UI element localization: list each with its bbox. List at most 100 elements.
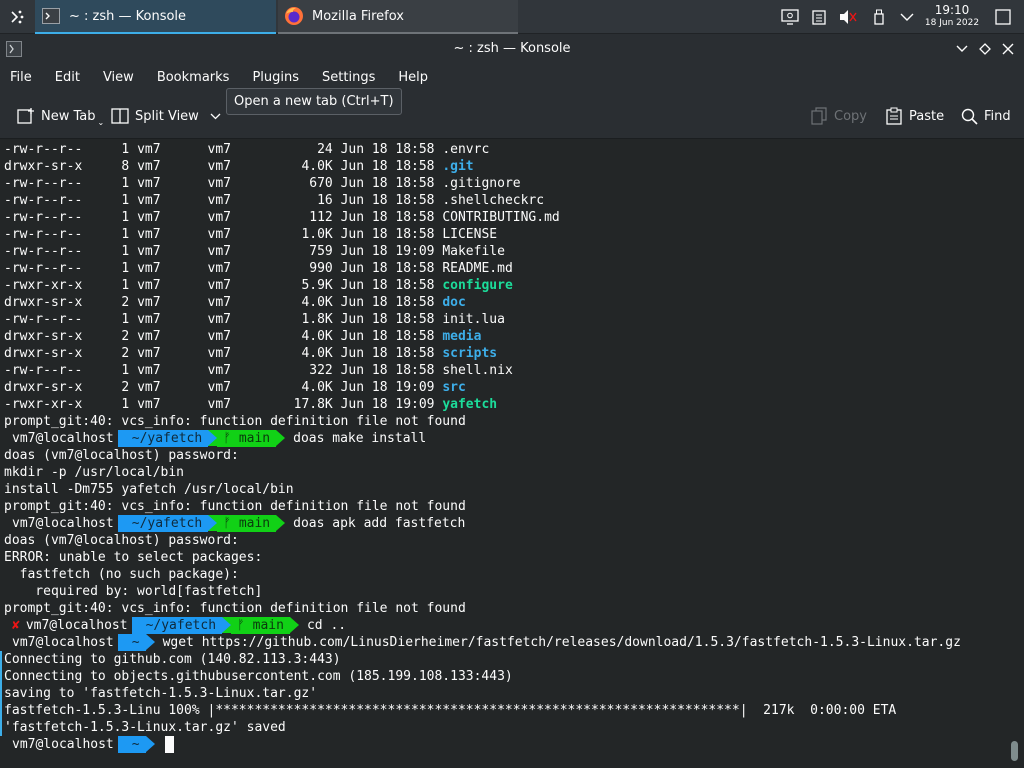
ls-user: vm7	[137, 363, 208, 378]
tray-expander[interactable]	[894, 0, 920, 34]
ls-links: 1	[90, 227, 138, 242]
ls-date: Jun 18 18:58	[340, 210, 443, 225]
ls-filename: .gitignore	[442, 176, 521, 191]
terminal-line: prompt_git:40: vcs_info: function defini…	[4, 601, 466, 616]
prompt-separator	[222, 617, 232, 633]
ls-date: Jun 18 18:58	[340, 346, 443, 361]
menu-settings[interactable]: Settings	[322, 66, 375, 90]
ls-links: 1	[90, 363, 138, 378]
diamond-icon	[979, 43, 991, 55]
ls-permissions: -rw-r--r--	[4, 261, 91, 276]
copy-label: Copy	[834, 108, 867, 124]
window-title: ~ : zsh — Konsole	[453, 41, 571, 56]
prompt-host: vm7@localhost	[12, 431, 114, 446]
paste-label: Paste	[909, 108, 945, 124]
tray-removable-devices[interactable]	[866, 0, 892, 34]
ls-user: vm7	[137, 227, 208, 242]
ls-row: -rw-r--r-- 1 vm7 vm7 670 Jun 18 18:58 .g…	[4, 175, 521, 192]
ls-date: Jun 18 18:58	[340, 278, 443, 293]
tray-clipboard[interactable]	[806, 0, 832, 34]
ls-permissions: -rw-r--r--	[4, 363, 91, 378]
prompt-separator	[208, 515, 218, 531]
ls-filename: doc	[442, 295, 466, 310]
ls-row: drwxr-sr-x 2 vm7 vm7 4.0K Jun 18 18:58 s…	[4, 345, 497, 362]
shell-prompt: ✘ vm7@localhost ~/yafetch ᚠ main cd ..	[4, 617, 346, 634]
find-button[interactable]: Find	[960, 104, 1011, 128]
prompt-separator	[145, 634, 155, 650]
ls-links: 1	[90, 210, 138, 225]
task-label: ~ : zsh — Konsole	[69, 8, 187, 24]
tray-volume[interactable]	[835, 0, 861, 34]
paste-button[interactable]: Paste	[885, 104, 944, 128]
digital-clock[interactable]: 19:10 18 Jun 2022	[918, 4, 986, 30]
prompt-command: cd ..	[306, 618, 347, 633]
ls-size: 24	[238, 142, 341, 157]
close-icon	[1002, 43, 1014, 55]
ls-filename: media	[442, 329, 482, 344]
ls-user: vm7	[137, 278, 208, 293]
split-view-button[interactable]: Split View	[111, 104, 221, 128]
ls-size: 759	[238, 244, 341, 259]
ls-date: Jun 18 19:09	[340, 397, 443, 412]
ls-group: vm7	[207, 159, 239, 174]
ls-links: 2	[90, 380, 138, 395]
volume-muted-icon	[840, 10, 857, 24]
new-tab-button[interactable]: New Tab ⌄	[17, 104, 104, 128]
menu-plugins[interactable]: Plugins	[252, 66, 299, 90]
ls-group: vm7	[207, 210, 239, 225]
maximize-button[interactable]	[975, 39, 995, 59]
terminal-view[interactable]: -rw-r--r-- 1 vm7 vm7 24 Jun 18 18:58 .en…	[0, 138, 1024, 768]
search-icon	[960, 107, 978, 125]
ls-user: vm7	[137, 142, 208, 157]
ls-user: vm7	[137, 346, 208, 361]
ls-links: 1	[90, 142, 138, 157]
ls-group: vm7	[207, 244, 239, 259]
menu-bookmarks[interactable]: Bookmarks	[157, 66, 230, 90]
menu-file[interactable]: File	[10, 66, 32, 90]
ls-filename: .shellcheckrc	[442, 193, 545, 208]
menu-edit[interactable]: Edit	[55, 66, 80, 90]
minimize-button[interactable]	[952, 39, 972, 59]
application-launcher[interactable]	[0, 0, 34, 34]
ls-permissions: drwxr-sr-x	[4, 295, 91, 310]
terminal-line: doas (vm7@localhost) password:	[4, 448, 239, 463]
prompt-command: doas apk add fastfetch	[293, 516, 466, 531]
ls-row: -rw-r--r-- 1 vm7 vm7 1.8K Jun 18 18:58 i…	[4, 311, 505, 328]
ls-date: Jun 18 18:58	[340, 193, 443, 208]
close-button[interactable]	[998, 39, 1018, 59]
ls-size: 4.0K	[238, 329, 341, 344]
task-label: Mozilla Firefox	[312, 8, 404, 24]
taskbar-panel: ~ : zsh — Konsole Mozilla Firefox 19:10 …	[0, 0, 1024, 34]
task-firefox[interactable]: Mozilla Firefox	[278, 0, 518, 34]
ls-permissions: -rw-r--r--	[4, 210, 91, 225]
prompt-directory: ~/yafetch	[117, 430, 209, 447]
ls-group: vm7	[207, 380, 239, 395]
prompt-git-branch: ᚠ main	[217, 430, 277, 447]
terminal-line: install -Dm755 yafetch /usr/local/bin	[4, 482, 294, 497]
prompt-host: vm7@localhost	[25, 618, 128, 633]
chevron-down-icon[interactable]	[210, 113, 221, 120]
menu-help[interactable]: Help	[398, 66, 428, 90]
ls-user: vm7	[137, 397, 208, 412]
ls-permissions: -rw-r--r--	[4, 193, 91, 208]
ls-group: vm7	[207, 227, 239, 242]
ls-row: -rwxr-xr-x 1 vm7 vm7 17.8K Jun 18 19:09 …	[4, 396, 497, 413]
new-tab-label: New Tab	[41, 108, 96, 124]
ls-group: vm7	[207, 312, 239, 327]
task-konsole[interactable]: ~ : zsh — Konsole	[35, 0, 276, 34]
terminal-scrollbar[interactable]	[1011, 741, 1018, 761]
ls-links: 2	[90, 346, 138, 361]
terminal-cursor	[164, 736, 174, 753]
ls-size: 4.0K	[238, 346, 341, 361]
show-desktop-button[interactable]	[990, 0, 1016, 34]
window-titlebar[interactable]: ~ : zsh — Konsole	[0, 35, 1024, 63]
ls-filename: CONTRIBUTING.md	[442, 210, 560, 225]
tray-display[interactable]	[777, 0, 803, 34]
ls-user: vm7	[137, 210, 208, 225]
copy-icon	[810, 107, 828, 125]
menu-view[interactable]: View	[103, 66, 134, 90]
prompt-separator	[117, 736, 127, 752]
copy-button[interactable]: Copy	[810, 104, 867, 128]
ls-group: vm7	[207, 278, 239, 293]
ls-links: 1	[90, 278, 138, 293]
